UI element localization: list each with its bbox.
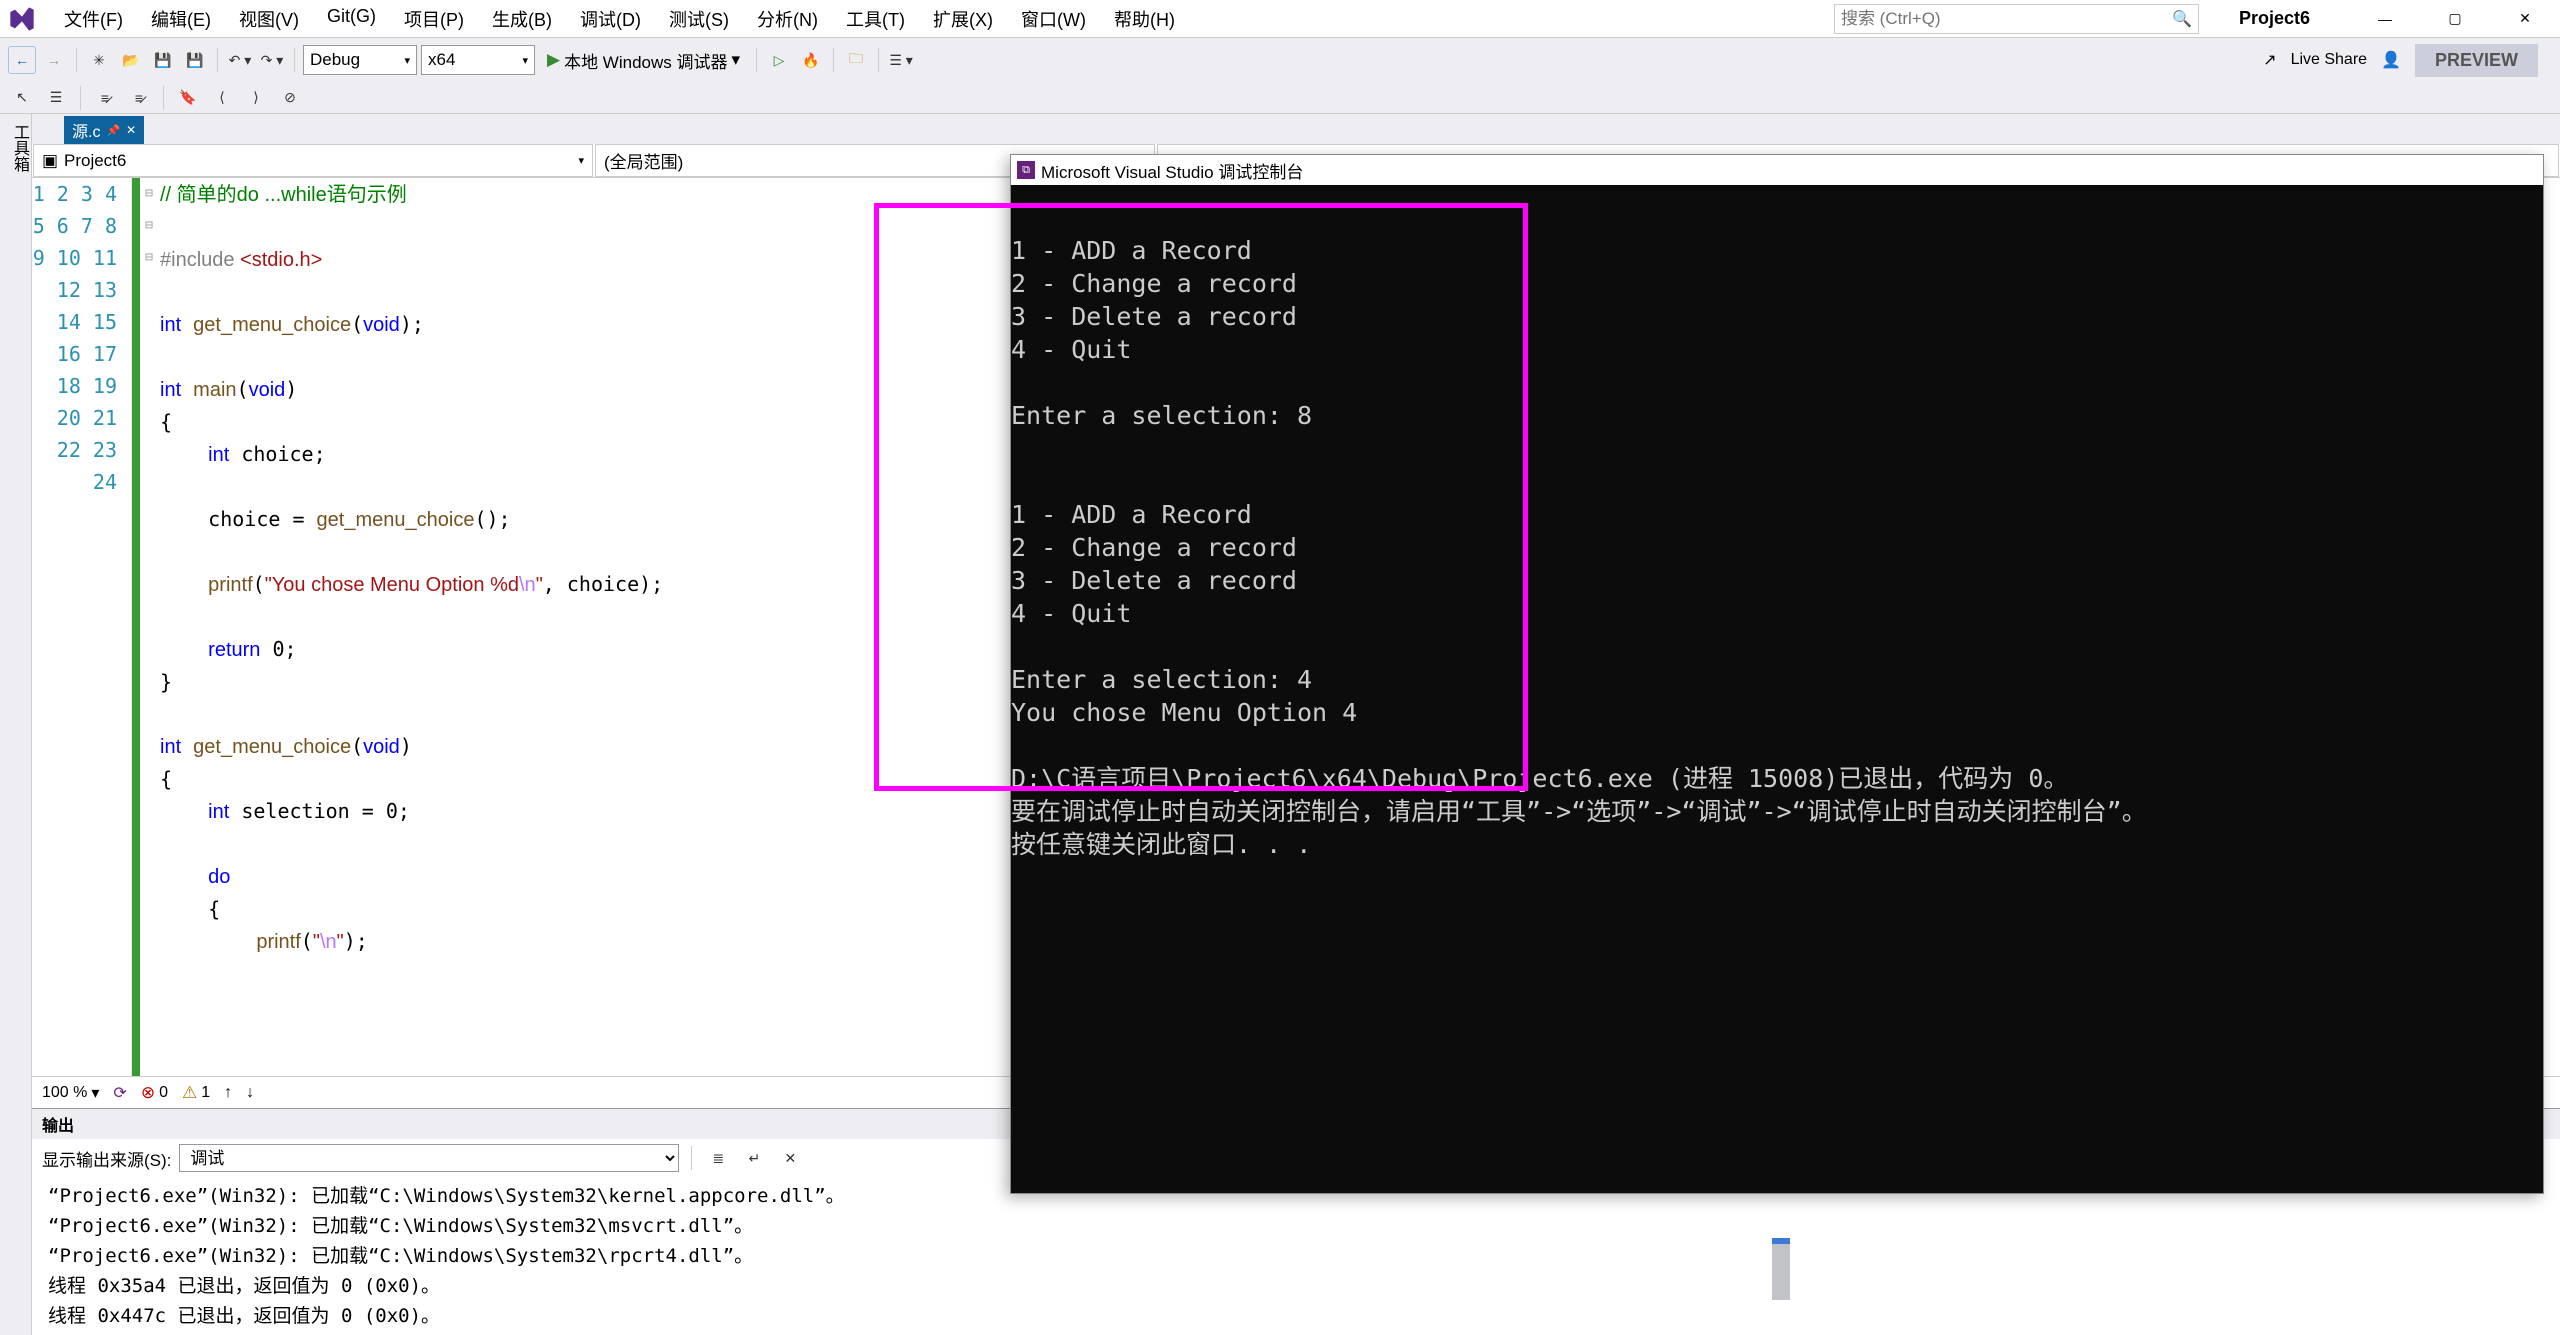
source-tab[interactable]: 源.c 📌 ✕ [64, 116, 144, 144]
bookmark-next-icon[interactable]: ⟩ [242, 84, 270, 112]
scope-label: (全局范围) [604, 148, 683, 173]
pin-icon[interactable]: 📌 [106, 124, 120, 137]
feedback-icon[interactable]: 👤 [2381, 50, 2401, 70]
intellisense-icon[interactable]: ⟳ [113, 1083, 126, 1103]
menu-item[interactable]: 编辑(E) [137, 0, 225, 38]
bookmark-clear-icon[interactable]: ⊘ [276, 84, 304, 112]
live-share-button[interactable]: Live Share [2291, 51, 2368, 69]
change-indicator [132, 178, 140, 1076]
nav-down-icon[interactable]: ↓ [246, 1084, 254, 1102]
start-debug-button[interactable]: ▶本地 Windows 调试器 ▾ [539, 48, 748, 73]
redo-button[interactable]: ↷ ▾ [258, 46, 286, 74]
new-project-icon[interactable]: ✳ [85, 46, 113, 74]
search-icon[interactable]: 🔍 [2172, 9, 2192, 29]
nav-back-button[interactable]: ← [8, 46, 36, 74]
search-box[interactable]: 🔍 [1834, 4, 2199, 34]
menu-item[interactable]: 窗口(W) [1007, 0, 1100, 38]
vs-console-icon: ⧉ [1017, 161, 1035, 179]
folder-icon[interactable]: 🗀 [842, 46, 870, 74]
output-clear-icon[interactable]: ✕ [776, 1144, 804, 1172]
tab-close-icon[interactable]: ✕ [126, 123, 136, 137]
indent-left-icon[interactable]: ≡̷ [91, 84, 119, 112]
output-wrap-icon[interactable]: ↵ [740, 1144, 768, 1172]
toolbox-tab-vertical[interactable]: 工具箱 [0, 114, 32, 1335]
live-share-icon[interactable]: ↗ [2263, 50, 2276, 70]
cursor-icon[interactable]: ↖ [8, 84, 36, 112]
error-count[interactable]: ⊗0 [141, 1083, 168, 1103]
console-title-text: Microsoft Visual Studio 调试控制台 [1041, 158, 1303, 183]
scroll-caret-mark [1772, 1238, 1790, 1244]
menu-item[interactable]: 项目(P) [390, 0, 478, 38]
save-icon[interactable]: 💾 [149, 46, 177, 74]
hot-reload-icon[interactable]: 🔥 [797, 46, 825, 74]
debug-console-window[interactable]: ⧉ Microsoft Visual Studio 调试控制台 1 - ADD … [1010, 154, 2544, 1194]
indent-right-icon[interactable]: ≡̷ [125, 84, 153, 112]
menubar: 文件(F)编辑(E)视图(V)Git(G)项目(P)生成(B)调试(D)测试(S… [0, 0, 2560, 38]
platform-combo[interactable]: x64▾ [421, 45, 535, 75]
save-all-icon[interactable]: 💾 [181, 46, 209, 74]
menu-items: 文件(F)编辑(E)视图(V)Git(G)项目(P)生成(B)调试(D)测试(S… [50, 0, 1189, 38]
output-text[interactable]: “Project6.exe”(Win32): 已加载“C:\Windows\Sy… [32, 1177, 2560, 1335]
minimize-button[interactable]: — [2350, 0, 2420, 38]
menu-item[interactable]: 视图(V) [225, 0, 313, 38]
scrollbar-thumb[interactable] [1772, 1240, 1790, 1300]
config-combo[interactable]: Debug▾ [303, 45, 417, 75]
output-source-label: 显示输出来源(S): [42, 1146, 171, 1171]
menu-item[interactable]: 帮助(H) [1100, 0, 1189, 38]
console-output[interactable]: 1 - ADD a Record 2 - Change a record 3 -… [1011, 185, 2543, 861]
project-dropdown[interactable]: ▣ Project6 ▾ [33, 144, 593, 177]
undo-button[interactable]: ↶ ▾ [226, 46, 254, 74]
vs-logo-icon [2, 0, 42, 38]
solution-icon: ▣ [42, 153, 58, 169]
run-without-debug-icon[interactable]: ▷ [765, 46, 793, 74]
menu-item[interactable]: 文件(F) [50, 0, 137, 38]
open-file-icon[interactable]: 📂 [117, 46, 145, 74]
maximize-button[interactable]: ▢ [2420, 0, 2490, 38]
output-source-select[interactable]: 调试 [179, 1144, 679, 1172]
menu-item[interactable]: 扩展(X) [919, 0, 1007, 38]
tab-bar: 源.c 📌 ✕ [32, 114, 2560, 144]
menu-item[interactable]: Git(G) [313, 0, 390, 38]
search-input[interactable] [1841, 9, 2172, 29]
output-scroll-icon[interactable]: ≣ [704, 1144, 732, 1172]
project-name-label: Project6 [64, 151, 126, 171]
console-titlebar[interactable]: ⧉ Microsoft Visual Studio 调试控制台 [1011, 155, 2543, 185]
nav-up-icon[interactable]: ↑ [224, 1084, 232, 1102]
toolbar-editor: ↖ ☰ ≡̷ ≡̷ 🔖 ⟨ ⟩ ⊘ [0, 82, 2560, 114]
menu-item[interactable]: 生成(B) [478, 0, 566, 38]
fold-gutter[interactable]: ⊟ ⊟ ⊟ [140, 178, 158, 1076]
bookmark-icon[interactable]: 🔖 [174, 84, 202, 112]
zoom-dropdown[interactable]: 100 % ▾ [42, 1083, 99, 1103]
tab-label: 源.c [72, 118, 100, 142]
scroll-icon[interactable]: ☰ [42, 84, 70, 112]
solution-name: Project6 [2199, 8, 2350, 29]
warning-count[interactable]: ⚠1 [182, 1083, 210, 1103]
menu-item[interactable]: 分析(N) [743, 0, 832, 38]
preview-badge[interactable]: PREVIEW [2415, 44, 2538, 77]
toolbar-main: ← → ✳ 📂 💾 💾 ↶ ▾ ↷ ▾ Debug▾ x64▾ ▶本地 Wind… [0, 38, 2560, 82]
menu-item[interactable]: 工具(T) [832, 0, 919, 38]
menu-item[interactable]: 测试(S) [655, 0, 743, 38]
bookmark-prev-icon[interactable]: ⟨ [208, 84, 236, 112]
nav-fwd-button[interactable]: → [40, 46, 68, 74]
menu-item[interactable]: 调试(D) [566, 0, 655, 38]
close-button[interactable]: ✕ [2490, 0, 2560, 38]
line-numbers: 1 2 3 4 5 6 7 8 9 10 11 12 13 14 15 16 1… [32, 178, 132, 1076]
window-layout-icon[interactable]: ☰ ▾ [887, 46, 915, 74]
